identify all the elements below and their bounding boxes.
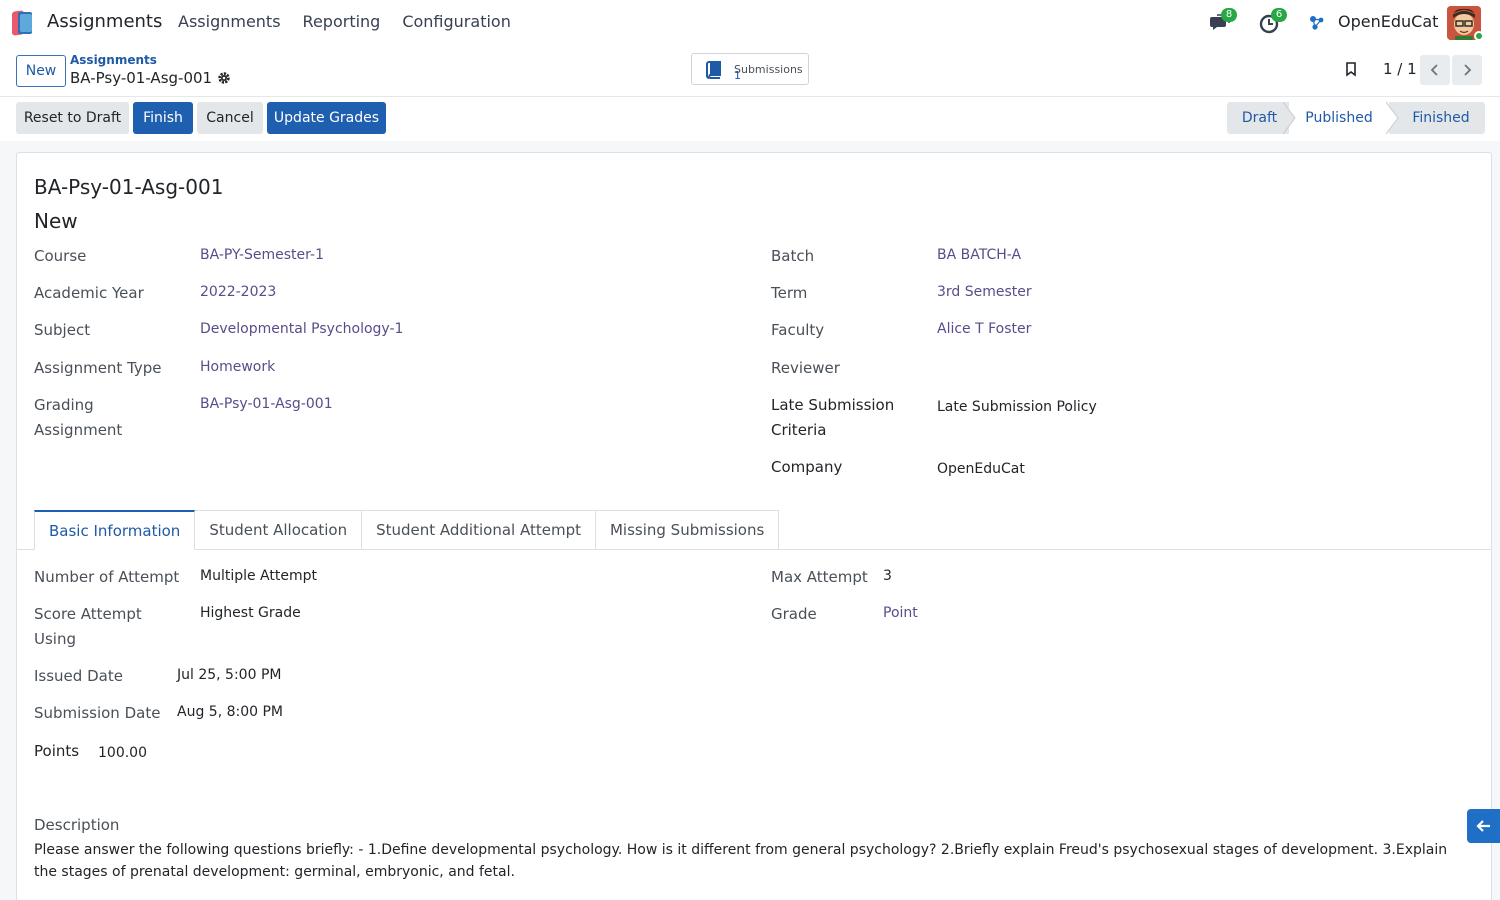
action-bar: Reset to Draft Finish Cancel Update Grad… [0, 97, 1500, 141]
grading-assignment-label-line2: Assignment [34, 421, 123, 439]
online-status-dot [1474, 31, 1484, 41]
company-name[interactable]: OpenEduCat [1338, 12, 1438, 31]
grading-assignment-field[interactable]: BA-Psy-01-Asg-001 [200, 396, 333, 412]
late-submission-label-line2: Criteria [771, 421, 827, 439]
faculty-field[interactable]: Alice T Foster [937, 321, 1031, 337]
assignment-type-label: Assignment Type [34, 359, 162, 377]
record-state-title: New [34, 209, 78, 233]
issued-date-label: Issued Date [34, 667, 123, 685]
tab-student-additional-attempt[interactable]: Student Additional Attempt [362, 510, 596, 550]
number-of-attempt-field[interactable]: Multiple Attempt [200, 568, 317, 584]
reset-to-draft-button[interactable]: Reset to Draft [16, 102, 129, 134]
breadcrumb-current-record: BA-Psy-01-Asg-001 [70, 69, 213, 87]
submission-date-field[interactable]: Aug 5, 8:00 PM [177, 704, 283, 720]
chatter-toggle-button[interactable] [1467, 809, 1500, 843]
description-field[interactable]: Please answer the following questions br… [34, 839, 1474, 883]
submission-date-label: Submission Date [34, 704, 161, 722]
messages-badge: 8 [1221, 8, 1237, 22]
main-menu: Assignments Reporting Configuration [178, 12, 533, 31]
late-submission-field[interactable]: Late Submission Policy [937, 399, 1097, 415]
company-field[interactable]: OpenEduCat [937, 461, 1025, 477]
record-title: BA-Psy-01-Asg-001 [34, 175, 224, 199]
course-label: Course [34, 247, 87, 265]
company-label: Company [771, 458, 843, 476]
max-attempt-label: Max Attempt [771, 568, 868, 586]
grade-label: Grade [771, 605, 817, 623]
faculty-label: Faculty [771, 321, 825, 339]
new-button[interactable]: New [16, 55, 66, 87]
late-submission-label-line1: Late Submission [771, 396, 895, 414]
top-navbar: Assignments Assignments Reporting Config… [0, 0, 1500, 46]
activities-clock-icon[interactable]: 6 [1259, 8, 1287, 34]
stage-published[interactable]: Published [1289, 102, 1389, 134]
reviewer-label: Reviewer [771, 359, 840, 377]
book-icon [704, 60, 724, 84]
chevron-right-icon [1464, 64, 1472, 76]
pager-previous-button[interactable] [1420, 55, 1450, 85]
course-field[interactable]: BA-PY-Semester-1 [200, 247, 324, 263]
assignment-type-field[interactable]: Homework [200, 359, 275, 375]
finish-button[interactable]: Finish [133, 102, 193, 134]
max-attempt-field[interactable]: 3 [883, 568, 892, 584]
company-switch-icon[interactable] [1308, 14, 1330, 36]
batch-field[interactable]: BA BATCH-A [937, 247, 1021, 263]
batch-label: Batch [771, 247, 815, 265]
app-logo-icon[interactable] [10, 10, 36, 36]
app-brand[interactable]: Assignments [47, 11, 162, 32]
cancel-button[interactable]: Cancel [197, 102, 263, 134]
pager-next-button[interactable] [1452, 55, 1482, 85]
chevron-left-icon [1430, 64, 1438, 76]
issued-date-field[interactable]: Jul 25, 5:00 PM [177, 667, 281, 683]
status-bar: Draft Published Finished [1227, 102, 1485, 134]
submissions-label: Submissions [734, 63, 803, 76]
tab-missing-submissions[interactable]: Missing Submissions [595, 510, 780, 550]
form-sheet: BA-Psy-01-Asg-001 New Course BA-PY-Semes… [16, 152, 1492, 900]
submissions-count: 1 [734, 69, 741, 82]
academic-year-label: Academic Year [34, 284, 144, 302]
stage-finished[interactable]: Finished [1397, 102, 1485, 134]
menu-assignments[interactable]: Assignments [178, 12, 281, 31]
breadcrumb-assignments[interactable]: Assignments [70, 53, 157, 67]
term-label: Term [771, 284, 808, 302]
control-panel: New Assignments BA-Psy-01-Asg-001 Submis… [0, 46, 1500, 97]
score-attempt-field[interactable]: Highest Grade [200, 605, 301, 621]
stage-arrow-1 [1283, 102, 1296, 134]
points-label: Points [34, 742, 80, 760]
grading-assignment-label-line1: Grading [34, 396, 94, 414]
gear-icon[interactable] [217, 71, 231, 89]
bookmark-icon[interactable] [1344, 61, 1358, 81]
score-attempt-label-line1: Score Attempt [34, 605, 142, 623]
number-of-attempt-label: Number of Attempt [34, 568, 180, 586]
update-grades-button[interactable]: Update Grades [267, 102, 386, 134]
academic-year-field[interactable]: 2022-2023 [200, 284, 276, 300]
tab-student-allocation[interactable]: Student Allocation [195, 510, 363, 550]
subject-field[interactable]: Developmental Psychology-1 [200, 321, 403, 337]
activities-badge: 6 [1271, 8, 1287, 22]
menu-configuration[interactable]: Configuration [402, 12, 511, 31]
points-field[interactable]: 100.00 [98, 745, 147, 761]
submissions-smart-button[interactable]: Submissions 1 [691, 53, 809, 85]
messages-icon[interactable]: 8 [1209, 8, 1237, 34]
menu-reporting[interactable]: Reporting [303, 12, 381, 31]
description-label: Description [34, 816, 120, 834]
grade-field[interactable]: Point [883, 605, 918, 621]
arrow-left-icon [1476, 820, 1490, 832]
pager-value[interactable]: 1 / 1 [1383, 60, 1417, 78]
notebook-tabs: Basic Information Student Allocation Stu… [34, 510, 780, 550]
subject-label: Subject [34, 321, 91, 339]
term-field[interactable]: 3rd Semester [937, 284, 1032, 300]
score-attempt-label-line2: Using [34, 630, 76, 648]
tab-basic-information[interactable]: Basic Information [34, 510, 196, 550]
